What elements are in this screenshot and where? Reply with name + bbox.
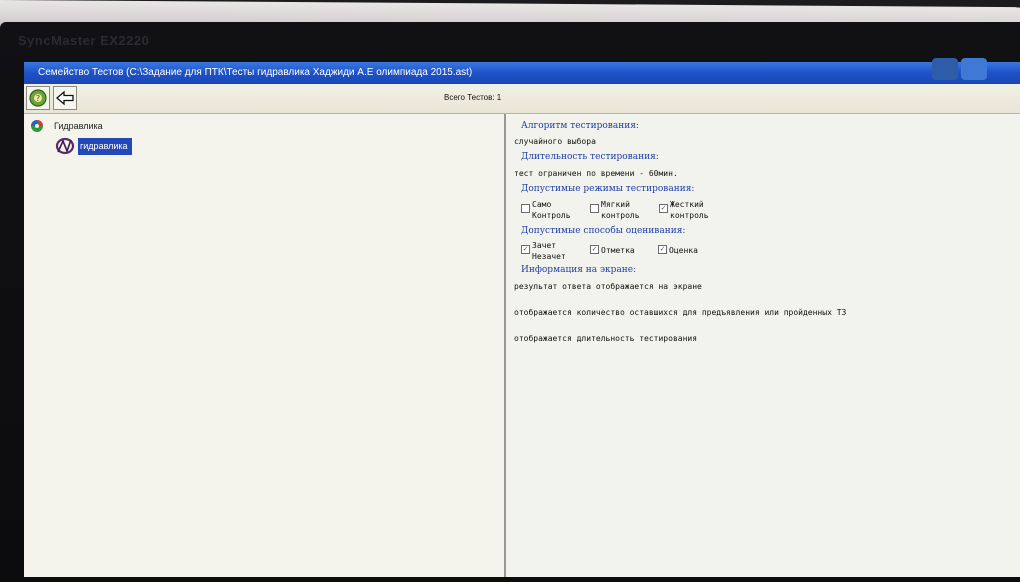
tree-item-selected[interactable]: гидравлика xyxy=(54,136,132,156)
self-control-label: Само Контроль xyxy=(532,200,571,220)
screen-info-line-1: результат ответа отображается на экране xyxy=(514,282,702,291)
screen-info-heading: Информация на экране: xyxy=(521,265,637,275)
mark-label: Отметка xyxy=(601,246,635,255)
close-button[interactable] xyxy=(961,58,987,80)
grade-checkbox[interactable]: ✓ xyxy=(658,245,667,254)
mark-checkbox[interactable]: ✓ xyxy=(590,245,599,254)
pass-fail-label: Зачет Незачет xyxy=(532,241,566,261)
screen-info-line-3: отображается длительность тестирования xyxy=(514,334,698,343)
toolbar: ? Всего Тестов: 1 xyxy=(24,84,1020,114)
grading-heading: Допустимые способы оценивания: xyxy=(521,226,686,236)
monitor-brand: SyncMaster EX2220 xyxy=(18,33,150,48)
svg-text:?: ? xyxy=(36,94,40,103)
test-tree-pane: Гидравлика гидравлика xyxy=(24,114,506,577)
tree-child-label: гидравлика xyxy=(78,137,132,155)
application-window: Семейство Тестов (С:\Задание для ПТК\Тес… xyxy=(24,62,1020,577)
folder-ball-icon xyxy=(31,120,43,132)
screen-info-line-2: отображается количество оставшихся для п… xyxy=(514,308,847,317)
back-arrow-icon[interactable] xyxy=(53,86,77,110)
soft-control-checkbox[interactable] xyxy=(590,204,599,213)
algorithm-value: случайного выбора xyxy=(514,137,596,146)
pass-fail-checkbox[interactable]: ✓ xyxy=(521,245,530,254)
test-details-pane: Алгоритм тестирования: случайного выбора… xyxy=(506,114,1020,577)
tree-root-label: Гидравлика xyxy=(54,121,103,131)
duration-value: тест ограничен по времени - 60мин. xyxy=(514,169,678,178)
modes-heading: Допустимые режимы тестирования: xyxy=(521,184,695,194)
grade-label: Оценка xyxy=(669,246,698,255)
total-tests-label: Всего Тестов: 1 xyxy=(444,93,502,102)
test-icon xyxy=(55,137,75,155)
title-bar: Семейство Тестов (С:\Задание для ПТК\Тес… xyxy=(24,62,1020,84)
window-title: Семейство Тестов (С:\Задание для ПТК\Тес… xyxy=(38,67,473,78)
help-icon[interactable]: ? xyxy=(26,86,50,110)
hard-control-checkbox[interactable]: ✓ xyxy=(659,204,668,213)
algorithm-heading: Алгоритм тестирования: xyxy=(521,121,639,131)
hard-control-label: Жесткий контроль xyxy=(670,200,709,220)
duration-heading: Длительность тестирования: xyxy=(521,152,659,162)
minimize-button[interactable] xyxy=(932,58,958,80)
tree-item-root[interactable]: Гидравлика xyxy=(28,119,103,133)
self-control-checkbox[interactable] xyxy=(521,204,530,213)
soft-control-label: Мягкий контроль xyxy=(601,200,640,220)
